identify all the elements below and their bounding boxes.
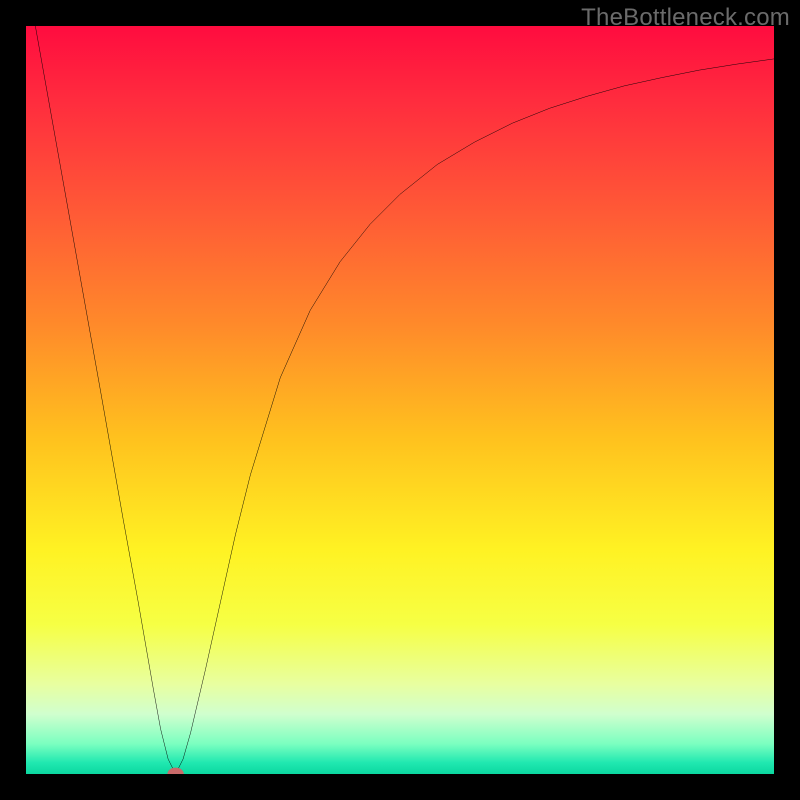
chart-frame: TheBottleneck.com	[0, 0, 800, 800]
background-gradient	[26, 26, 774, 774]
plot-area	[26, 26, 774, 774]
watermark-text: TheBottleneck.com	[581, 4, 790, 32]
